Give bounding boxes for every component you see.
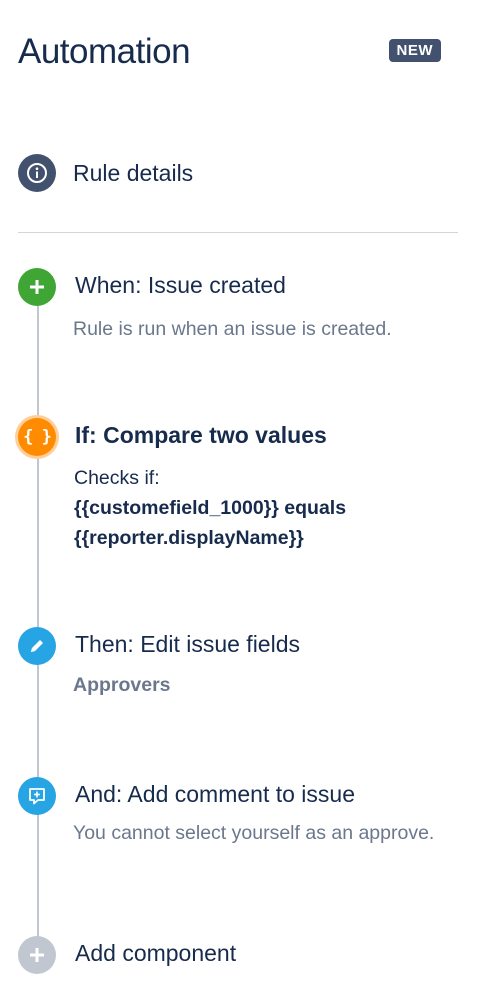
action-step-edit-fields[interactable]: Then: Edit issue fields Approvers xyxy=(18,627,458,707)
pencil-icon xyxy=(18,627,56,665)
trigger-title: When: Issue created xyxy=(75,272,286,298)
rule-details-label: Rule details xyxy=(73,160,194,186)
plus-icon xyxy=(18,268,56,306)
automation-panel: Automation NEW Rule details When: Issue … xyxy=(0,0,481,999)
condition-expression-1: {{customefield_1000}} equals xyxy=(74,497,347,519)
condition-expression-2: {{reporter.displayName}} xyxy=(74,527,304,549)
braces-icon: { } xyxy=(18,418,56,456)
trigger-description: Rule is run when an issue is created. xyxy=(73,318,392,340)
plus-icon xyxy=(18,936,56,974)
rule-details-item[interactable]: Rule details xyxy=(18,154,278,192)
divider xyxy=(18,232,458,233)
action-step-add-comment[interactable]: And: Add comment to issue You cannot sel… xyxy=(18,777,458,887)
action-title-edit-fields: Then: Edit issue fields xyxy=(75,631,301,657)
trigger-step[interactable]: When: Issue created Rule is run when an … xyxy=(18,268,458,348)
condition-title: If: Compare two values xyxy=(75,422,327,448)
action-description-add-comment: You cannot select yourself as an approve… xyxy=(73,822,435,844)
panel-header: Automation NEW xyxy=(18,28,441,76)
action-description-edit-fields: Approvers xyxy=(73,674,171,696)
condition-prefix: Checks if: xyxy=(74,467,160,489)
add-component-label: Add component xyxy=(75,940,237,966)
comment-add-icon xyxy=(18,777,56,815)
page-title: Automation xyxy=(18,32,191,71)
action-title-add-comment: And: Add comment to issue xyxy=(75,781,355,807)
add-component-button[interactable]: Add component xyxy=(18,936,458,976)
condition-step[interactable]: { } If: Compare two values Checks if: {{… xyxy=(18,418,458,558)
info-icon xyxy=(18,154,56,192)
new-badge: NEW xyxy=(388,39,441,62)
